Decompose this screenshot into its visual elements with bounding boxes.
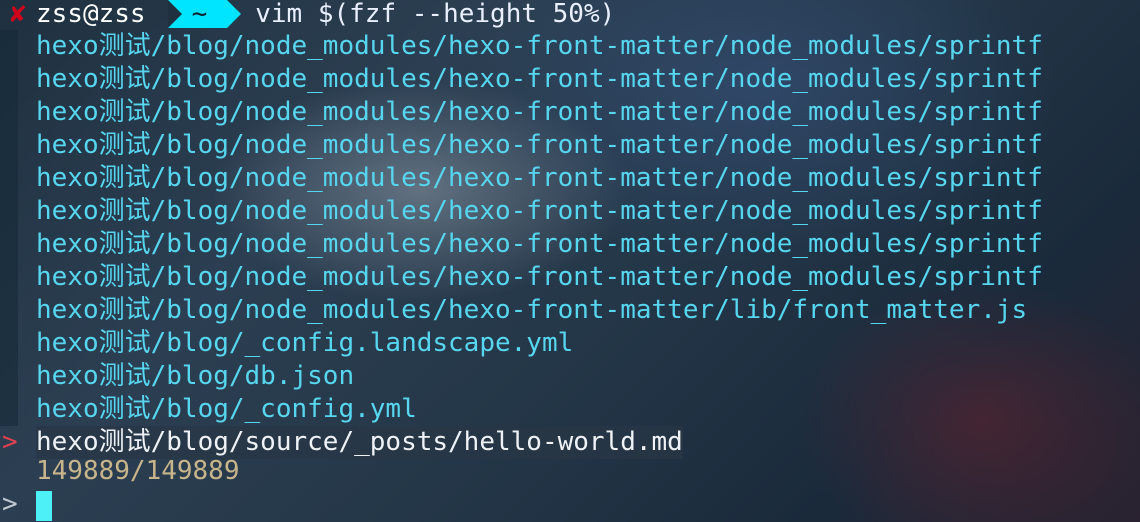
user-host: zss@zss: [36, 0, 146, 29]
file-path: hexo测试/blog/node_modules/hexo-front-matt…: [36, 163, 1043, 193]
file-path: hexo测试/blog/_config.landscape.yml: [36, 328, 574, 358]
gutter: [0, 129, 18, 162]
gutter: [0, 393, 18, 426]
list-item[interactable]: hexo测试/blog/_config.landscape.yml: [0, 327, 1140, 360]
error-status-icon: ✘: [10, 0, 26, 29]
file-path: hexo测试/blog/node_modules/hexo-front-matt…: [36, 130, 1043, 160]
list-item[interactable]: hexo测试/blog/node_modules/hexo-front-matt…: [0, 63, 1140, 96]
list-item[interactable]: hexo测试/blog/node_modules/hexo-front-matt…: [0, 129, 1140, 162]
query-input-cursor[interactable]: [36, 491, 52, 521]
gutter: [0, 63, 18, 96]
list-item[interactable]: hexo测试/blog/node_modules/hexo-front-matt…: [0, 261, 1140, 294]
file-path: hexo测试/blog/db.json: [36, 361, 355, 391]
gutter: [0, 228, 18, 261]
list-item[interactable]: hexo测试/blog/node_modules/hexo-front-matt…: [0, 30, 1140, 63]
shell-prompt: ✘ zss@zss ~ vim $(fzf --height 50%): [0, 0, 616, 29]
list-item-selected[interactable]: > hexo测试/blog/source/_posts/hello-world.m…: [0, 426, 1140, 459]
file-path: hexo测试/blog/node_modules/hexo-front-matt…: [36, 262, 1043, 292]
file-path: hexo测试/blog/source/_posts/hello-world.md: [36, 426, 683, 459]
selection-pointer-icon: >: [2, 427, 18, 457]
list-item[interactable]: hexo测试/blog/db.json: [0, 360, 1140, 393]
gutter: [0, 195, 18, 228]
file-path: hexo测试/blog/_config.yml: [36, 394, 417, 424]
command-text: vim $(fzf --height 50%): [255, 0, 616, 29]
file-path: hexo测试/blog/node_modules/hexo-front-matt…: [36, 64, 1043, 94]
gutter: [0, 96, 18, 129]
gutter: [0, 30, 18, 63]
list-item[interactable]: hexo测试/blog/node_modules/hexo-front-matt…: [0, 195, 1140, 228]
list-item[interactable]: hexo测试/blog/node_modules/hexo-front-matt…: [0, 228, 1140, 261]
query-prompt-icon: >: [2, 489, 18, 519]
file-path: hexo测试/blog/node_modules/hexo-front-matt…: [36, 97, 1043, 127]
match-count: 149889/149889: [36, 456, 240, 486]
list-item[interactable]: hexo测试/blog/node_modules/hexo-front-matt…: [0, 162, 1140, 195]
gutter: [0, 162, 18, 195]
file-path: hexo测试/blog/node_modules/hexo-front-matt…: [36, 295, 1028, 325]
list-item[interactable]: hexo测试/blog/_config.yml: [0, 393, 1140, 426]
file-path: hexo测试/blog/node_modules/hexo-front-matt…: [36, 31, 1043, 61]
list-item[interactable]: hexo测试/blog/node_modules/hexo-front-matt…: [0, 96, 1140, 129]
file-path: hexo测试/blog/node_modules/hexo-front-matt…: [36, 229, 1043, 259]
gutter: [0, 360, 18, 393]
gutter: [0, 327, 18, 360]
fzf-results-list[interactable]: hexo测试/blog/node_modules/hexo-front-matt…: [0, 30, 1140, 459]
directory-segment: ~: [167, 0, 241, 28]
list-item[interactable]: hexo测试/blog/node_modules/hexo-front-matt…: [0, 294, 1140, 327]
gutter: [0, 261, 18, 294]
gutter: [0, 294, 18, 327]
file-path: hexo测试/blog/node_modules/hexo-front-matt…: [36, 196, 1043, 226]
